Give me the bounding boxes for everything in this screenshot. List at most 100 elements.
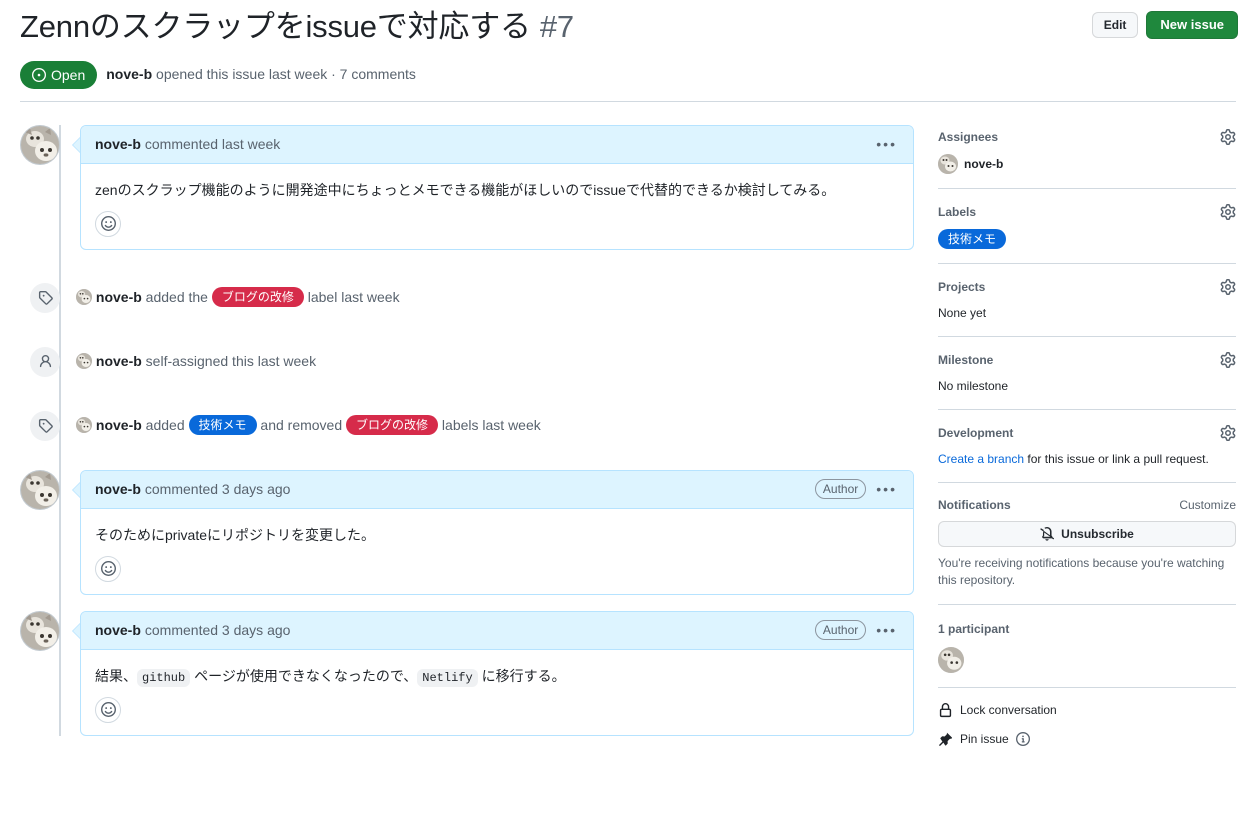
- comment-box: nove-b commented last week ••• zenのスクラップ…: [80, 125, 914, 250]
- sidebar-section-header: Projects: [938, 279, 1236, 295]
- comment-box: nove-b commented 3 days ago Author ••• 結…: [80, 611, 914, 736]
- event-action-pre: added: [142, 417, 189, 433]
- comment-text-part: ページが使用できなくなったので、: [190, 668, 417, 684]
- timeline-event-labeled: nove-b added the ブログの改修 label last week: [20, 266, 914, 330]
- comment-header-actions: •••: [874, 134, 899, 155]
- status-badge: Open: [20, 61, 97, 89]
- inline-code: github: [137, 669, 190, 687]
- comment-footer: [81, 201, 913, 249]
- gear-icon[interactable]: [1220, 425, 1236, 441]
- development-value: Create a branch for this issue or link a…: [938, 450, 1236, 468]
- sidebar-section-header: Notifications Customize: [938, 498, 1236, 512]
- avatar: [938, 154, 958, 174]
- comment-arrow: [72, 137, 80, 153]
- avatar-small: [76, 417, 92, 433]
- sidebar-section-projects: Projects None yet: [938, 279, 1236, 337]
- author-badge: Author: [815, 620, 866, 640]
- gear-icon[interactable]: [1220, 204, 1236, 220]
- comment-header-actions: Author •••: [815, 479, 899, 500]
- sidebar-label-pill[interactable]: 技術メモ: [938, 229, 1006, 249]
- participant-list: [938, 647, 1236, 673]
- comment-author[interactable]: nove-b: [95, 620, 141, 641]
- comment-body: そのためにprivateにリポジトリを変更した。: [81, 509, 913, 546]
- lock-conversation-button[interactable]: Lock conversation: [938, 703, 1236, 718]
- add-reaction-button[interactable]: [95, 556, 121, 582]
- participants-title: 1 participant: [938, 620, 1236, 638]
- notifications-title: Notifications: [938, 498, 1011, 512]
- label-pill-added[interactable]: 技術メモ: [189, 415, 257, 435]
- development-rest: for this issue or link a pull request.: [1024, 452, 1209, 466]
- sidebar-section-assignees: Assignees: [938, 129, 1236, 189]
- issue-title-text: Zennのスクラップをissueで対応する: [20, 9, 531, 44]
- add-reaction-button[interactable]: [95, 697, 121, 723]
- comment-author[interactable]: nove-b: [95, 479, 141, 500]
- sidebar-section-milestone: Milestone No milestone: [938, 352, 1236, 410]
- label-pill-removed[interactable]: ブログの改修: [346, 415, 438, 435]
- avatar[interactable]: [20, 470, 60, 510]
- event-action-mid: and removed: [257, 417, 347, 433]
- unsubscribe-button[interactable]: Unsubscribe: [938, 521, 1236, 547]
- event-text: nove-b added 技術メモ and removed ブログの改修 lab…: [76, 415, 541, 436]
- comment-header: nove-b commented 3 days ago Author •••: [81, 612, 913, 650]
- projects-value: None yet: [938, 304, 1236, 322]
- timeline: nove-b commented last week ••• zenのスクラップ…: [20, 125, 914, 736]
- timeline-column: nove-b commented last week ••• zenのスクラップ…: [20, 107, 914, 761]
- comment-arrow: [72, 482, 80, 498]
- gear-icon[interactable]: [1220, 352, 1236, 368]
- issue-page: Zennのスクラップをissueで対応する #7 Edit New issue O…: [0, 0, 1256, 815]
- sidebar-section-actions: Lock conversation Pin issue: [938, 703, 1236, 747]
- gear-icon[interactable]: [1220, 279, 1236, 295]
- comment-author[interactable]: nove-b: [95, 134, 141, 155]
- smiley-icon: [101, 702, 116, 717]
- pin-issue-button[interactable]: Pin issue: [938, 732, 1236, 747]
- avatar[interactable]: [20, 611, 60, 651]
- person-icon: [30, 347, 60, 377]
- avatar[interactable]: [938, 647, 964, 673]
- timeline-comment: nove-b commented 3 days ago Author ••• 結…: [20, 611, 914, 736]
- comment-timestamp: commented last week: [145, 134, 280, 155]
- label-pill[interactable]: ブログの改修: [212, 287, 304, 307]
- comment-menu-icon[interactable]: •••: [874, 134, 899, 155]
- event-action-post: label last week: [304, 289, 400, 305]
- status-badge-label: Open: [51, 66, 85, 84]
- milestone-title: Milestone: [938, 353, 993, 367]
- smiley-icon: [101, 216, 116, 231]
- customize-link[interactable]: Customize: [1179, 498, 1236, 512]
- page-title: Zennのスクラップをissueで対応する #7: [20, 8, 574, 47]
- comment-footer: [81, 546, 913, 594]
- assignee-item[interactable]: nove-b: [938, 154, 1236, 174]
- pin-issue-label: Pin issue: [960, 732, 1009, 746]
- new-issue-button[interactable]: New issue: [1146, 11, 1238, 39]
- timeline-comment: nove-b commented last week ••• zenのスクラップ…: [20, 125, 914, 250]
- gear-icon[interactable]: [1220, 129, 1236, 145]
- assignees-title: Assignees: [938, 130, 998, 144]
- add-reaction-button[interactable]: [95, 211, 121, 237]
- issue-number: #7: [540, 9, 574, 44]
- issue-author: nove-b: [106, 66, 152, 82]
- comment-menu-icon[interactable]: •••: [874, 479, 899, 500]
- event-actor[interactable]: nove-b: [96, 417, 142, 433]
- comment-wrapper: nove-b commented 3 days ago Author ••• そ…: [80, 470, 914, 595]
- issue-meta-text: nove-b opened this issue last week · 7 c…: [106, 64, 416, 85]
- event-text: nove-b added the ブログの改修 label last week: [76, 287, 400, 308]
- create-branch-link[interactable]: Create a branch: [938, 452, 1024, 466]
- avatar[interactable]: [20, 125, 60, 165]
- comment-footer: [81, 687, 913, 735]
- lock-conversation-label: Lock conversation: [960, 703, 1057, 717]
- timeline-event-assigned: nove-b self-assigned this last week: [20, 330, 914, 394]
- header-divider: [20, 101, 1236, 102]
- comment-timestamp: commented 3 days ago: [145, 479, 291, 500]
- comment-text-part: 結果、: [95, 668, 137, 684]
- comment-menu-icon[interactable]: •••: [874, 620, 899, 641]
- assignee-name: nove-b: [964, 157, 1003, 171]
- author-badge: Author: [815, 479, 866, 499]
- sidebar-section-header: Milestone: [938, 352, 1236, 368]
- info-icon[interactable]: [1016, 732, 1030, 746]
- edit-button[interactable]: Edit: [1092, 12, 1139, 38]
- milestone-value: No milestone: [938, 377, 1236, 395]
- header-actions: Edit New issue: [1092, 11, 1238, 39]
- labels-title: Labels: [938, 205, 976, 219]
- event-actor[interactable]: nove-b: [96, 353, 142, 369]
- sidebar-section-labels: Labels 技術メモ: [938, 204, 1236, 264]
- event-actor[interactable]: nove-b: [96, 289, 142, 305]
